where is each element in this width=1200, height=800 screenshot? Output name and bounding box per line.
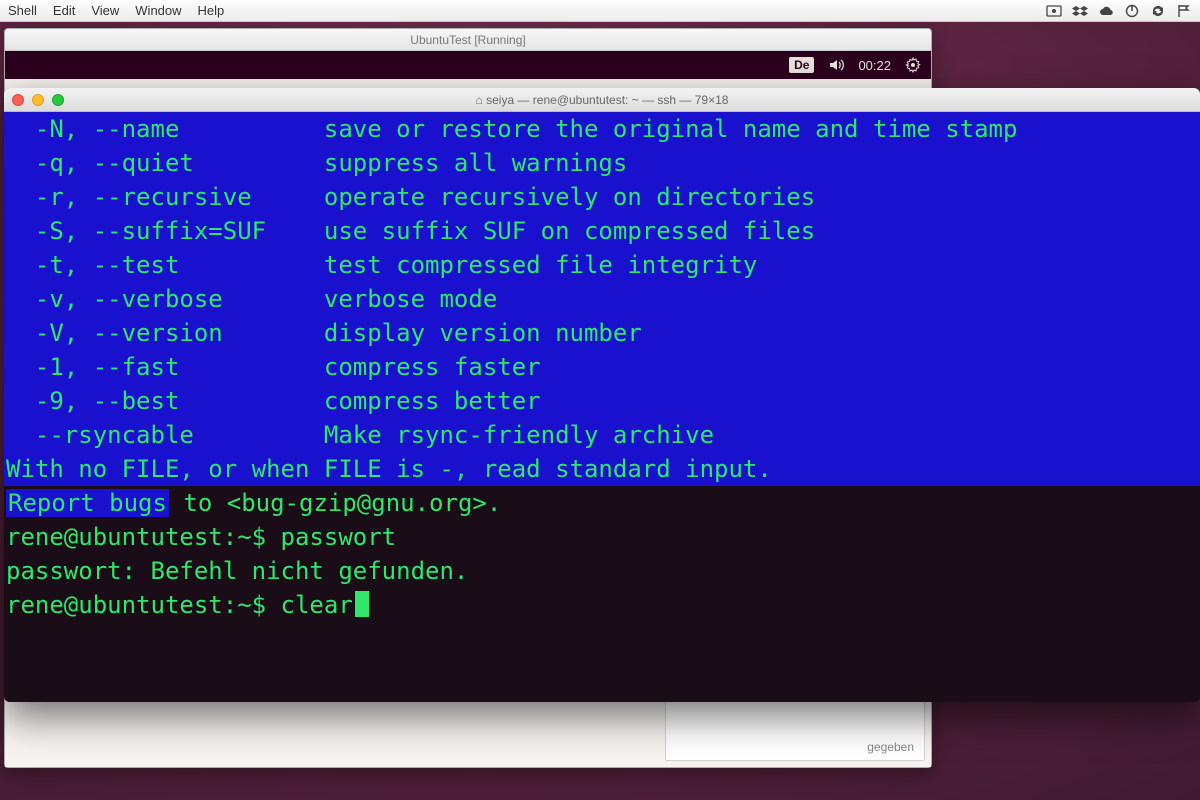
help-line: -V, --version display version number <box>4 316 1200 350</box>
menu-shell[interactable]: Shell <box>8 3 37 18</box>
mac-menubar: Shell Edit View Window Help <box>0 0 1200 22</box>
terminal-body[interactable]: -N, --name save or restore the original … <box>4 112 1200 702</box>
mac-menubar-left: Shell Edit View Window Help <box>8 3 224 18</box>
help-line: With no FILE, or when FILE is -, read st… <box>4 452 1200 486</box>
vm-window-title[interactable]: UbuntuTest [Running] <box>5 29 931 51</box>
terminal-titlebar[interactable]: ⌂ seiya — rene@ubuntutest: ~ — ssh — 79×… <box>4 88 1200 112</box>
window-controls <box>12 94 64 106</box>
report-rest: to <bug-gzip@gnu.org>. <box>169 489 501 517</box>
help-line: --rsyncable Make rsync-friendly archive <box>4 418 1200 452</box>
minimize-button[interactable] <box>32 94 44 106</box>
help-line: -1, --fast compress faster <box>4 350 1200 384</box>
prompt-line: rene@ubuntutest:~$ passwort <box>4 520 1200 554</box>
mac-menubar-right <box>1046 3 1192 19</box>
help-line: -q, --quiet suppress all warnings <box>4 146 1200 180</box>
vm-subpanel: gegeben <box>665 701 925 761</box>
menu-window[interactable]: Window <box>135 3 181 18</box>
terminal-window[interactable]: ⌂ seiya — rene@ubuntutest: ~ — ssh — 79×… <box>4 88 1200 702</box>
cloud-icon[interactable] <box>1098 3 1114 19</box>
flag-icon[interactable] <box>1176 3 1192 19</box>
ubuntu-clock[interactable]: 00:22 <box>858 58 891 73</box>
error-line: passwort: Befehl nicht gefunden. <box>4 554 1200 588</box>
menu-view[interactable]: View <box>91 3 119 18</box>
screencast-icon[interactable] <box>1046 3 1062 19</box>
menu-help[interactable]: Help <box>198 3 225 18</box>
help-line: -S, --suffix=SUF use suffix SUF on compr… <box>4 214 1200 248</box>
help-line: -v, --verbose verbose mode <box>4 282 1200 316</box>
prompt-line-current[interactable]: rene@ubuntutest:~$ clear <box>4 588 1200 622</box>
vm-subpanel-text: gegeben <box>867 740 914 754</box>
cursor <box>355 591 369 617</box>
close-button[interactable] <box>12 94 24 106</box>
gear-icon[interactable] <box>905 57 921 73</box>
help-line: -t, --test test compressed file integrit… <box>4 248 1200 282</box>
report-prefix: Report bugs <box>6 489 169 517</box>
dropbox-icon[interactable] <box>1072 3 1088 19</box>
vm-title-text: UbuntuTest [Running] <box>410 33 525 47</box>
terminal-title-text: ⌂ seiya — rene@ubuntutest: ~ — ssh — 79×… <box>4 93 1200 107</box>
help-line: -r, --recursive operate recursively on d… <box>4 180 1200 214</box>
help-line: -9, --best compress better <box>4 384 1200 418</box>
zoom-button[interactable] <box>52 94 64 106</box>
keyboard-layout-indicator[interactable]: De <box>789 57 814 73</box>
desktop: UbuntuTest [Running] De 00:22 gegeben <box>0 22 1200 800</box>
help-line: -N, --name save or restore the original … <box>4 112 1200 146</box>
sync-icon[interactable] <box>1150 3 1166 19</box>
power-icon[interactable] <box>1124 3 1140 19</box>
report-line: Report bugs to <bug-gzip@gnu.org>. <box>4 486 1200 520</box>
volume-icon[interactable] <box>828 57 844 73</box>
ubuntu-topbar: De 00:22 <box>5 51 931 79</box>
menu-edit[interactable]: Edit <box>53 3 75 18</box>
